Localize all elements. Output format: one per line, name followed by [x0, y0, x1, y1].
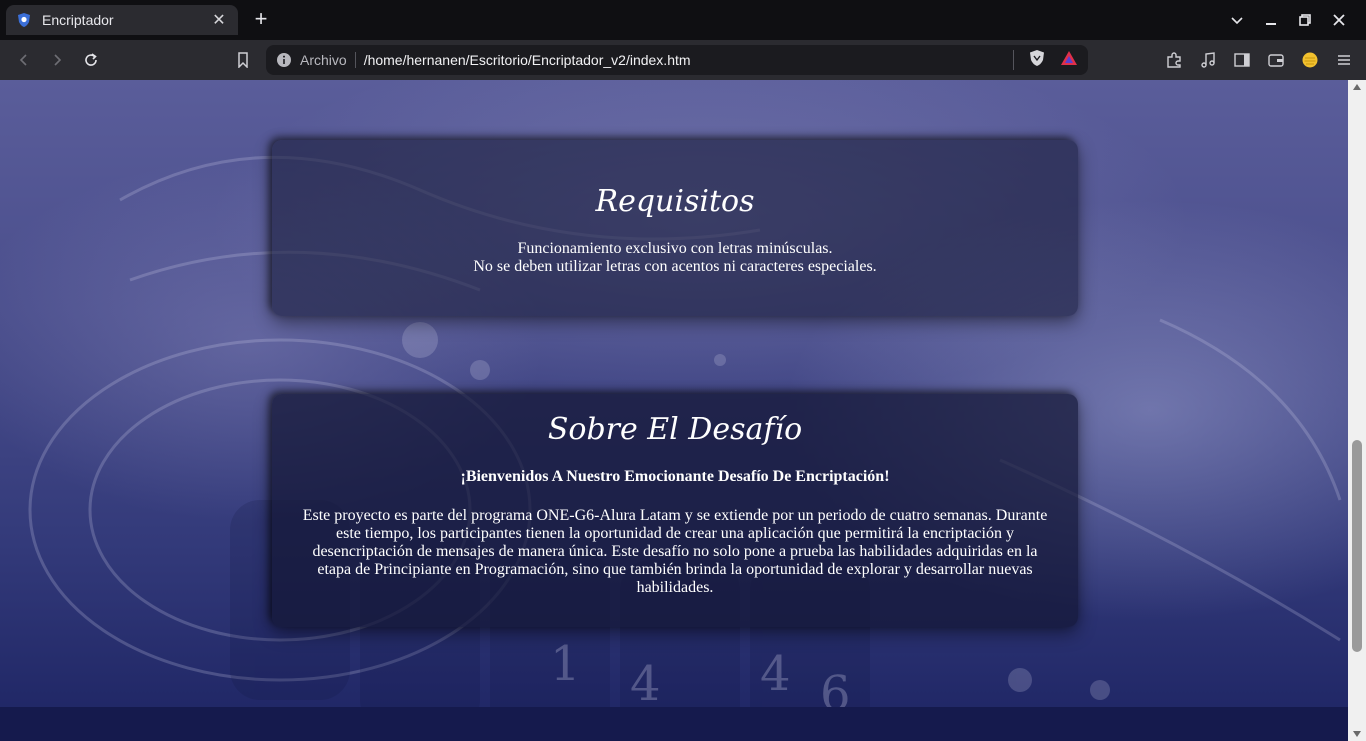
bookmark-icon[interactable]: [231, 48, 255, 72]
url-divider: [354, 52, 356, 68]
url-actions: [1013, 49, 1078, 72]
window-controls: [1220, 8, 1356, 32]
scrollbar-thumb[interactable]: [1352, 440, 1362, 652]
page-scrollbar[interactable]: [1348, 80, 1366, 741]
url-text[interactable]: /home/hernanen/Escritorio/Encriptador_v2…: [364, 52, 1013, 68]
extension-icons: [1164, 50, 1354, 70]
requisitos-card: Requisitos Funcionamiento exclusivo con …: [272, 140, 1078, 316]
close-window-icon[interactable]: [1322, 8, 1356, 32]
close-tab-icon[interactable]: ✕: [210, 10, 228, 30]
rewards-coin-icon[interactable]: [1300, 50, 1320, 70]
requisitos-text: Funcionamiento exclusivo con letras minú…: [272, 240, 1078, 276]
page-viewport: 1 4 4 6 Requisitos Funcionamiento exclus…: [0, 80, 1366, 741]
requisitos-line: No se deben utilizar letras con acentos …: [473, 258, 877, 275]
requisitos-title: Requisitos: [595, 184, 755, 219]
tab-list-chevron-icon[interactable]: [1220, 8, 1254, 32]
scroll-down-icon[interactable]: [1348, 727, 1366, 741]
media-music-icon[interactable]: [1198, 50, 1218, 70]
browser-tab[interactable]: Encriptador ✕: [6, 5, 238, 35]
requisitos-line: Funcionamiento exclusivo con letras minú…: [517, 240, 833, 257]
brave-shields-icon[interactable]: [1028, 49, 1046, 72]
reload-icon[interactable]: [79, 48, 103, 72]
brave-shield-icon: [16, 12, 32, 28]
scroll-up-icon[interactable]: [1348, 80, 1366, 94]
url-actions-divider: [1013, 50, 1014, 70]
brave-rewards-icon[interactable]: [1060, 49, 1078, 72]
extensions-puzzle-icon[interactable]: [1164, 50, 1184, 70]
url-scheme-label: Archivo: [300, 52, 347, 68]
svg-text:1: 1: [550, 636, 581, 692]
sobre-desafio-body: Este proyecto es parte del programa ONE-…: [302, 507, 1048, 596]
svg-text:4: 4: [760, 646, 791, 702]
forward-icon[interactable]: [45, 48, 69, 72]
restore-icon[interactable]: [1288, 8, 1322, 32]
sobre-desafio-subtitle: ¡Bienvenidos A Nuestro Emocionante Desaf…: [460, 468, 890, 485]
minimize-icon[interactable]: [1254, 8, 1288, 32]
address-bar[interactable]: Archivo /home/hernanen/Escritorio/Encrip…: [266, 45, 1088, 75]
sobre-desafio-title: Sobre El Desafío: [547, 412, 803, 447]
page-footer: [0, 707, 1348, 741]
wallet-icon[interactable]: [1266, 50, 1286, 70]
sobre-desafio-card: Sobre El Desafío ¡Bienvenidos A Nuestro …: [272, 394, 1078, 627]
back-icon[interactable]: [12, 48, 36, 72]
sidebar-toggle-icon[interactable]: [1232, 50, 1252, 70]
menu-hamburger-icon[interactable]: [1334, 50, 1354, 70]
tab-title: Encriptador: [42, 12, 114, 28]
svg-text:4: 4: [630, 656, 661, 712]
site-info-icon[interactable]: [276, 52, 292, 68]
new-tab-button[interactable]: +: [250, 8, 272, 30]
tab-strip: Encriptador ✕ +: [0, 0, 1366, 40]
browser-toolbar: Archivo /home/hernanen/Escritorio/Encrip…: [0, 40, 1366, 80]
